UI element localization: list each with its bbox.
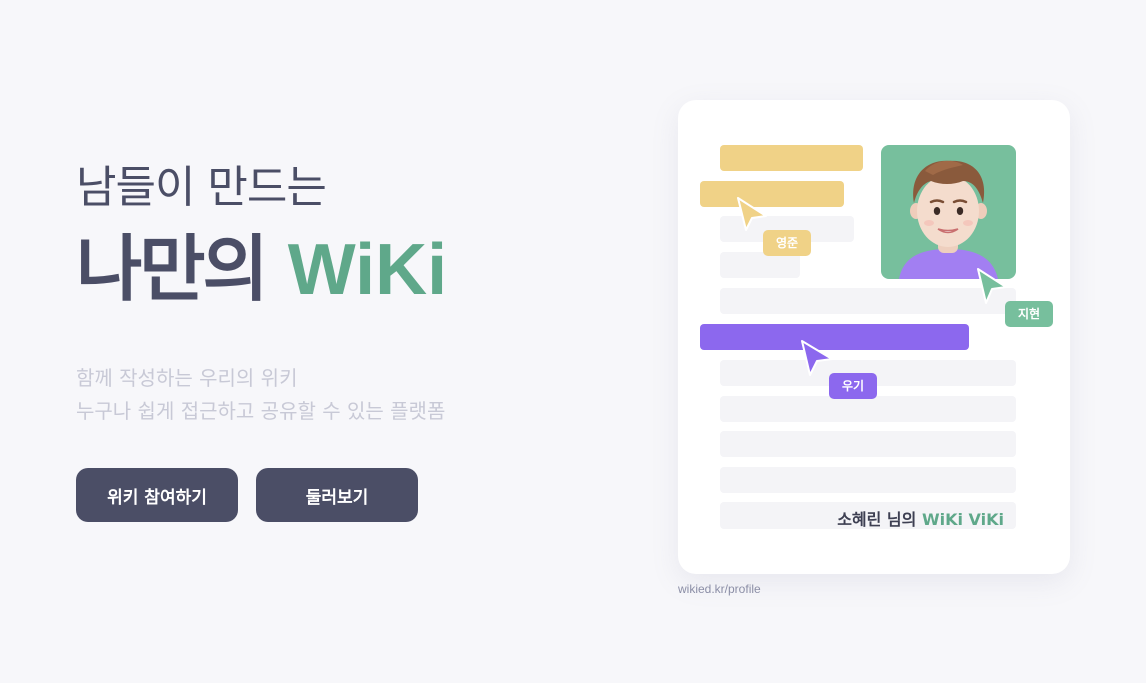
- description-line: 누구나 쉽게 접근하고 공유할 수 있는 플랫폼: [76, 399, 446, 423]
- cursor-tag-jihyeon: 지현: [1005, 301, 1054, 327]
- hero-description: 함께 작성하는 우리의 위키 누구나 쉽게 접근하고 공유할 수 있는 플랫폼: [76, 362, 596, 428]
- join-wiki-button[interactable]: 위키 참여하기: [76, 468, 238, 522]
- hero-eyebrow: 남들이 만드는: [76, 162, 327, 213]
- wiki-preview-card: 영준 지현 우기 소혜린 님의 WiKi ViKi: [678, 100, 1070, 574]
- green-cursor-icon: [977, 268, 1007, 304]
- placeholder-bar: [720, 396, 1016, 422]
- yellow-cursor-icon: [737, 197, 767, 231]
- highlight-bar: [720, 145, 863, 171]
- placeholder-bar: [720, 467, 1016, 493]
- description-line: 함께 작성하는 우리의 위키: [76, 366, 298, 390]
- profile-avatar: [881, 145, 1016, 279]
- profile-url-caption: wikied.kr/profile: [678, 582, 761, 596]
- cursor-tag-yeongjun: 영준: [763, 230, 812, 256]
- cursor-tag-wugi: 우기: [829, 373, 878, 399]
- wiki-owner-title: 소혜린 님의 WiKi ViKi: [837, 506, 1004, 530]
- cta-buttons: 위키 참여하기 둘러보기: [76, 468, 596, 522]
- wiki-title-accent: WiKi ViKi: [921, 510, 1004, 529]
- headline-prefix: 나만의: [76, 227, 288, 311]
- headline-accent: WiKi: [287, 230, 448, 310]
- hero-headline: 나만의 WiKi: [76, 226, 596, 312]
- hero-section: 남들이 만드는 나만의 WiKi 함께 작성하는 우리의 위키 누구나 쉽게 접…: [76, 160, 596, 522]
- avatar-illustration: [899, 160, 998, 279]
- purple-cursor-icon: [801, 340, 833, 376]
- placeholder-bar: [720, 288, 1016, 314]
- browse-button[interactable]: 둘러보기: [256, 468, 418, 522]
- highlight-bar: [700, 181, 844, 207]
- placeholder-bar: [720, 431, 1016, 457]
- wiki-title-prefix: 소혜린 님의: [837, 510, 922, 529]
